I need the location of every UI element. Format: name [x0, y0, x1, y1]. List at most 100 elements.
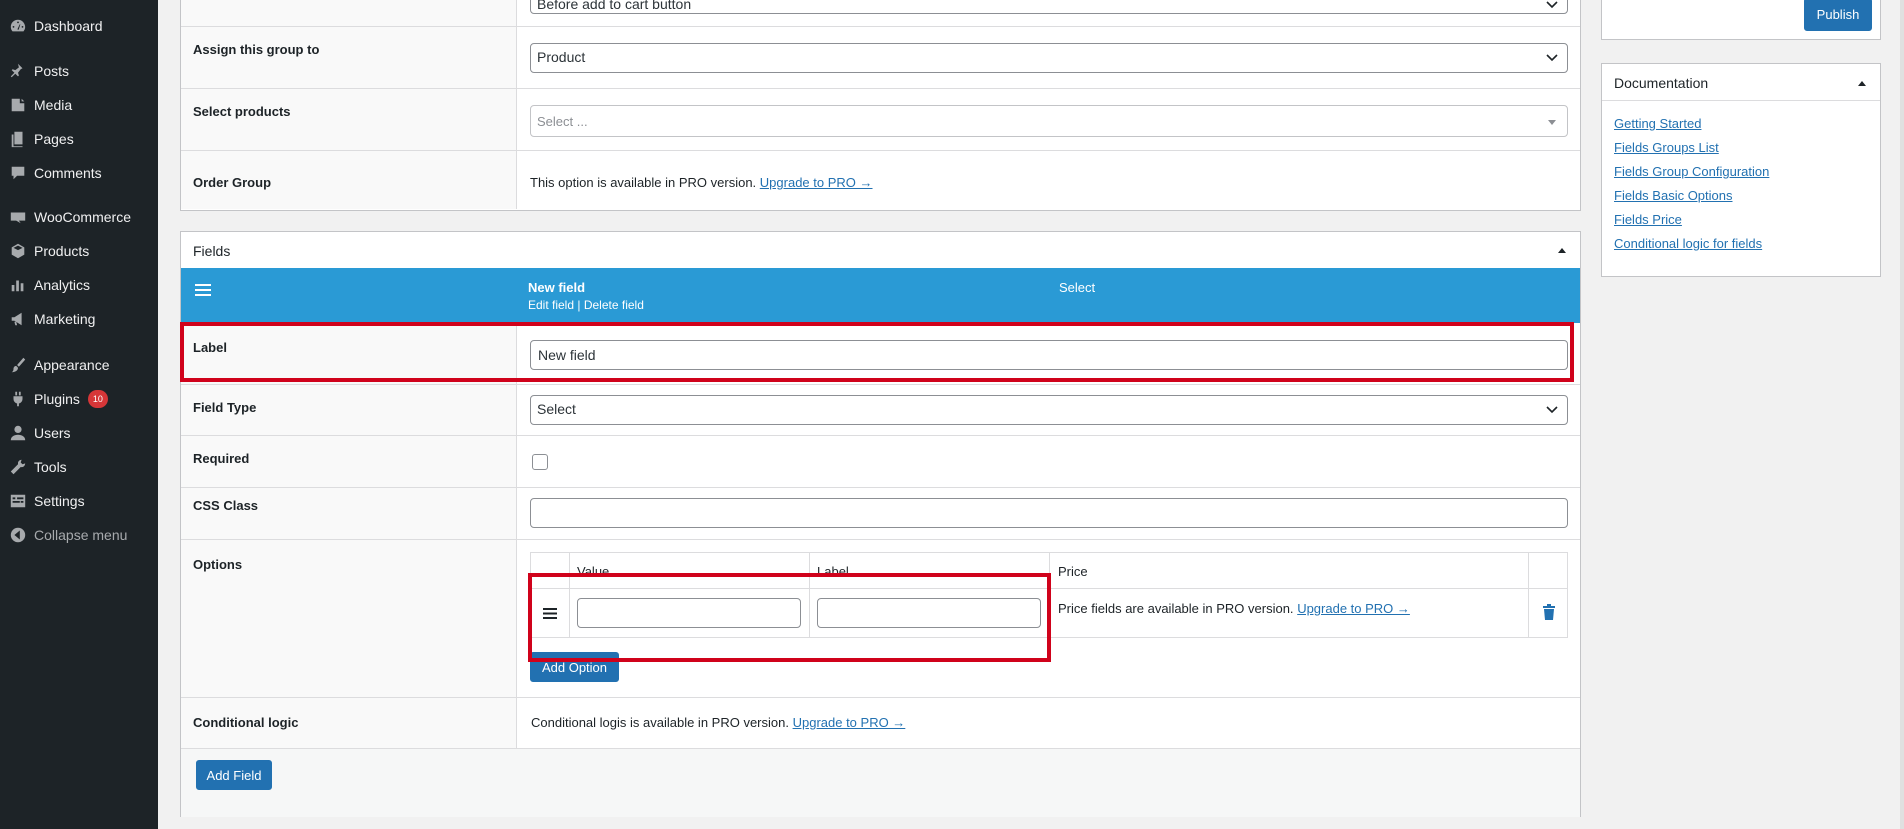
- box-icon: [8, 241, 28, 261]
- scrollbar-track[interactable]: [1900, 0, 1904, 829]
- drag-handle-icon[interactable]: [195, 284, 211, 299]
- option-value-input[interactable]: [577, 598, 801, 628]
- collapse-arrow-icon[interactable]: [1858, 81, 1866, 86]
- collapse-arrow-icon[interactable]: [1558, 248, 1566, 253]
- option-label-input[interactable]: [817, 598, 1041, 628]
- edit-field-link[interactable]: Edit field: [528, 298, 574, 312]
- sidebar-item-label: Analytics: [34, 277, 91, 293]
- publish-box: Publish: [1601, 0, 1881, 40]
- doc-link-fields-group-configuration[interactable]: Fields Group Configuration: [1614, 164, 1769, 179]
- pages-icon: [8, 129, 28, 149]
- field-header-actions: Edit field | Delete field: [528, 298, 644, 312]
- sidebar-item-products[interactable]: Products: [0, 234, 158, 268]
- documentation-title: Documentation: [1614, 75, 1709, 91]
- doc-link-getting-started[interactable]: Getting Started: [1614, 116, 1701, 131]
- select-products-select[interactable]: Select ...: [530, 105, 1568, 137]
- sidebar-item-settings[interactable]: Settings: [0, 484, 158, 518]
- sidebar-item-label: Dashboard: [34, 18, 103, 34]
- option-price-note: Price fields are available in PRO versio…: [1058, 601, 1410, 616]
- sidebar-item-users[interactable]: Users: [0, 416, 158, 450]
- chevron-down-icon: [1545, 403, 1559, 417]
- chevron-down-icon: [1545, 0, 1559, 12]
- field-type-select[interactable]: Select: [530, 395, 1568, 425]
- required-label: Required: [181, 436, 517, 487]
- sidebar-item-media[interactable]: Media: [0, 88, 158, 122]
- drag-handle-icon[interactable]: [543, 607, 557, 622]
- field-header-bar[interactable]: New field Edit field | Delete field Sele…: [181, 268, 1580, 323]
- label-input[interactable]: New field: [530, 340, 1568, 370]
- doc-link-fields-price[interactable]: Fields Price: [1614, 212, 1682, 227]
- sidebar-item-marketing[interactable]: Marketing: [0, 302, 158, 336]
- sidebar-item-plugins[interactable]: Plugins 10: [0, 382, 158, 416]
- display-position-select[interactable]: Before add to cart button: [530, 0, 1568, 14]
- assign-group-value: Product: [537, 49, 586, 65]
- options-table-header: Value Label Price: [531, 553, 1567, 589]
- field-header-info: New field Edit field | Delete field: [528, 280, 644, 312]
- megaphone-icon: [8, 309, 28, 329]
- options-row: Options Value Label Price Price fields a…: [181, 540, 1580, 698]
- fields-panel-header[interactable]: Fields: [181, 232, 1580, 268]
- delete-field-link[interactable]: Delete field: [584, 298, 644, 312]
- upgrade-to-pro-link[interactable]: Upgrade to PRO →: [1297, 601, 1410, 616]
- css-class-input[interactable]: [530, 498, 1568, 528]
- assign-group-select[interactable]: Product: [530, 43, 1568, 73]
- select-products-placeholder: Select ...: [537, 114, 588, 129]
- sidebar-item-appearance[interactable]: Appearance: [0, 348, 158, 382]
- user-icon: [8, 423, 28, 443]
- trash-icon[interactable]: [1542, 604, 1556, 623]
- field-header-type: Select: [1059, 280, 1096, 295]
- sidebar-item-pages[interactable]: Pages: [0, 122, 158, 156]
- media-icon: [8, 95, 28, 115]
- field-type-label: Field Type: [181, 385, 517, 435]
- doc-link-fields-groups-list[interactable]: Fields Groups List: [1614, 140, 1719, 155]
- sidebar-item-analytics[interactable]: Analytics: [0, 268, 158, 302]
- label-row: Label New field: [181, 323, 1580, 385]
- sidebar-item-comments[interactable]: Comments: [0, 156, 158, 190]
- doc-link-fields-basic-options[interactable]: Fields Basic Options: [1614, 188, 1733, 203]
- add-option-button[interactable]: Add Option: [530, 652, 619, 682]
- comment-icon: [8, 163, 28, 183]
- sidebar-item-label: Media: [34, 97, 73, 113]
- sidebar-item-label: Collapse menu: [34, 527, 128, 543]
- sidebar-collapse-menu[interactable]: Collapse menu: [0, 518, 158, 552]
- sidebar-item-label: Pages: [34, 131, 74, 147]
- table-row: Price fields are available in PRO versio…: [531, 589, 1567, 637]
- upgrade-to-pro-link[interactable]: Upgrade to PRO →: [760, 175, 873, 190]
- field-type-row: Field Type Select: [181, 385, 1580, 436]
- options-header-value: Value: [577, 564, 610, 579]
- wrench-icon: [8, 457, 28, 477]
- upgrade-to-pro-link[interactable]: Upgrade to PRO →: [793, 715, 906, 730]
- display-position-value: Before add to cart button: [537, 0, 692, 12]
- brush-icon: [8, 355, 28, 375]
- field-type-value: Select: [537, 401, 576, 417]
- fields-panel: Fields New field Edit field | Delete fie…: [180, 231, 1581, 817]
- sidebar-item-label: Users: [34, 425, 71, 441]
- fields-panel-footer: Add Field: [181, 749, 1580, 817]
- options-label: Options: [181, 540, 517, 697]
- display-position-row: Before add to cart button: [181, 0, 1580, 27]
- required-checkbox[interactable]: [532, 454, 548, 470]
- doc-link-conditional-logic[interactable]: Conditional logic for fields: [1614, 236, 1762, 251]
- publish-button[interactable]: Publish: [1804, 0, 1872, 31]
- sidebar-item-label: WooCommerce: [34, 209, 131, 225]
- dashboard-icon: [8, 16, 28, 36]
- plug-icon: [8, 389, 28, 409]
- caret-down-icon: [1545, 115, 1559, 129]
- label-label: Label: [181, 323, 517, 384]
- sidebar-item-label: Appearance: [34, 357, 110, 373]
- sidebar-item-tools[interactable]: Tools: [0, 450, 158, 484]
- add-field-button[interactable]: Add Field: [196, 760, 272, 790]
- collapse-icon: [8, 525, 28, 545]
- documentation-box: Documentation Getting Started Fields Gro…: [1601, 63, 1881, 277]
- sidebar-item-posts[interactable]: Posts: [0, 54, 158, 88]
- documentation-header[interactable]: Documentation: [1602, 64, 1880, 101]
- assign-group-row: Assign this group to Product: [181, 27, 1580, 89]
- sidebar-item-label: Comments: [34, 165, 102, 181]
- order-group-row: Order Group This option is available in …: [181, 151, 1580, 209]
- sidebar-item-label: Marketing: [34, 311, 96, 327]
- woo-icon: [8, 207, 28, 227]
- required-row: Required: [181, 436, 1580, 488]
- group-settings-panel: Before add to cart button Assign this gr…: [180, 0, 1581, 211]
- sidebar-item-woocommerce[interactable]: WooCommerce: [0, 200, 158, 234]
- sidebar-item-dashboard[interactable]: Dashboard: [0, 9, 158, 43]
